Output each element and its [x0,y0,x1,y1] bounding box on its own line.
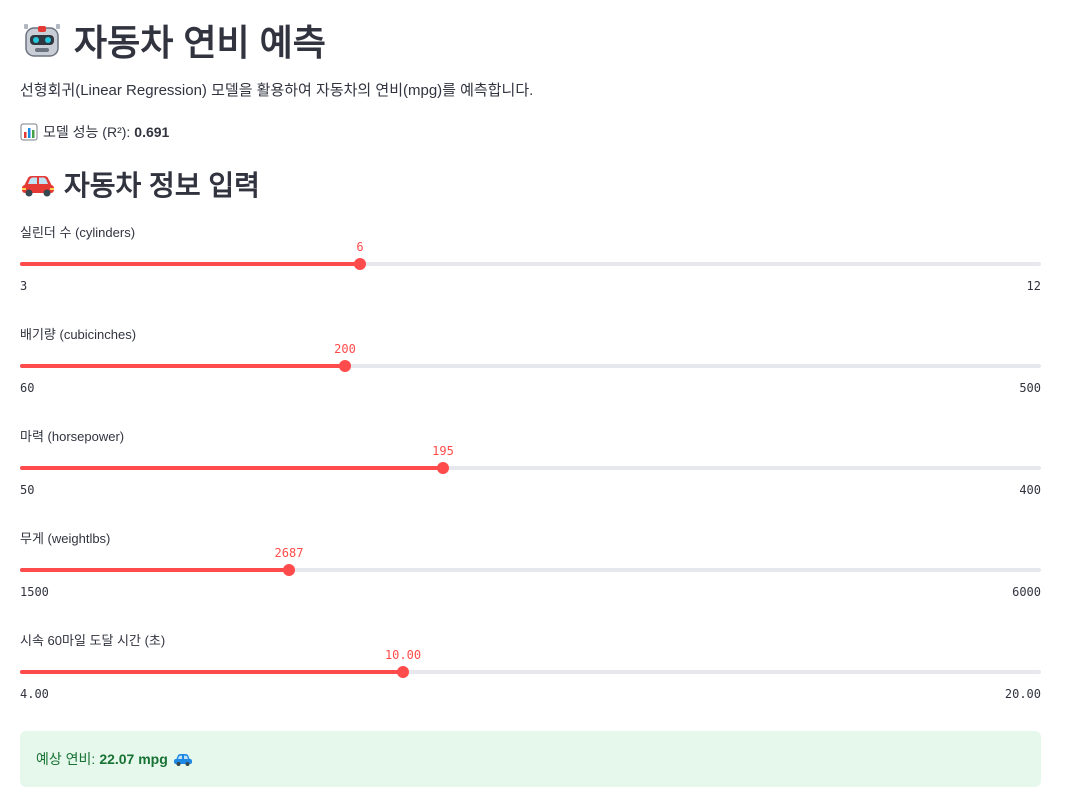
slider-fill [20,364,345,368]
input-section-title: 자동차 정보 입력 [20,163,260,205]
slider-max: 20.00 [1004,687,1041,701]
slider-label: 시속 60마일 도달 시간 (초) [20,633,166,648]
prediction-result: 예상 연비: 22.07 mpg [20,731,1041,787]
slider-value: 2687 [274,546,304,560]
slider-min: 4.00 [20,687,49,701]
slider-min: 1500 [20,585,49,599]
page-description: 선형회귀(Linear Regression) 모델을 활용하여 자동차의 연비… [20,82,534,99]
slider-label: 무게 (weightlbs) [20,531,111,546]
bar-chart-icon [20,123,38,141]
slider-thumb[interactable] [397,666,409,678]
input-section-title-text: 자동차 정보 입력 [64,170,260,201]
slider-min: 60 [20,381,35,395]
slider-thumb[interactable] [437,462,449,474]
slider-min: 50 [20,483,35,497]
slider-displacement: 배기량 (cubicinches) 200 60 500 [20,324,1041,414]
page-title: 자동차 연비 예측 [20,14,326,66]
car-icon [173,751,193,767]
slider-fill [20,670,403,674]
prediction-value: 22.07 mpg [99,751,168,767]
slider-value: 200 [334,342,356,356]
slider-fill [20,262,360,266]
model-performance: 모델 성능 (R²): 0.691 [20,122,169,142]
slider-label: 실린더 수 (cylinders) [20,225,136,240]
slider-min: 3 [20,279,28,293]
slider-thumb[interactable] [354,258,366,270]
slider-label: 배기량 (cubicinches) [20,327,137,342]
robot-icon [20,18,64,62]
slider-max: 12 [1026,279,1041,293]
car-icon [20,170,56,198]
prediction-label: 예상 연비: [36,751,96,767]
slider-thumb[interactable] [283,564,295,576]
slider-fill [20,568,289,572]
slider-value: 195 [432,444,454,458]
slider-value: 10.00 [384,648,422,662]
performance-label: 모델 성능 (R²): [43,124,131,140]
slider-label: 마력 (horsepower) [20,429,125,444]
slider-horsepower: 마력 (horsepower) 195 50 400 [20,426,1041,516]
performance-value: 0.691 [134,124,170,140]
slider-fill [20,466,443,470]
slider-cylinders: 실린더 수 (cylinders) 6 3 12 [20,222,1041,312]
slider-max: 500 [1019,381,1041,395]
slider-value: 6 [356,240,364,254]
page-title-text: 자동차 연비 예측 [74,22,326,63]
slider-thumb[interactable] [339,360,351,372]
slider-max: 400 [1019,483,1041,497]
slider-acceleration: 시속 60마일 도달 시간 (초) 10.00 4.00 20.00 [20,630,1041,720]
slider-max: 6000 [1012,585,1041,599]
slider-weight: 무게 (weightlbs) 2687 1500 6000 [20,528,1041,618]
